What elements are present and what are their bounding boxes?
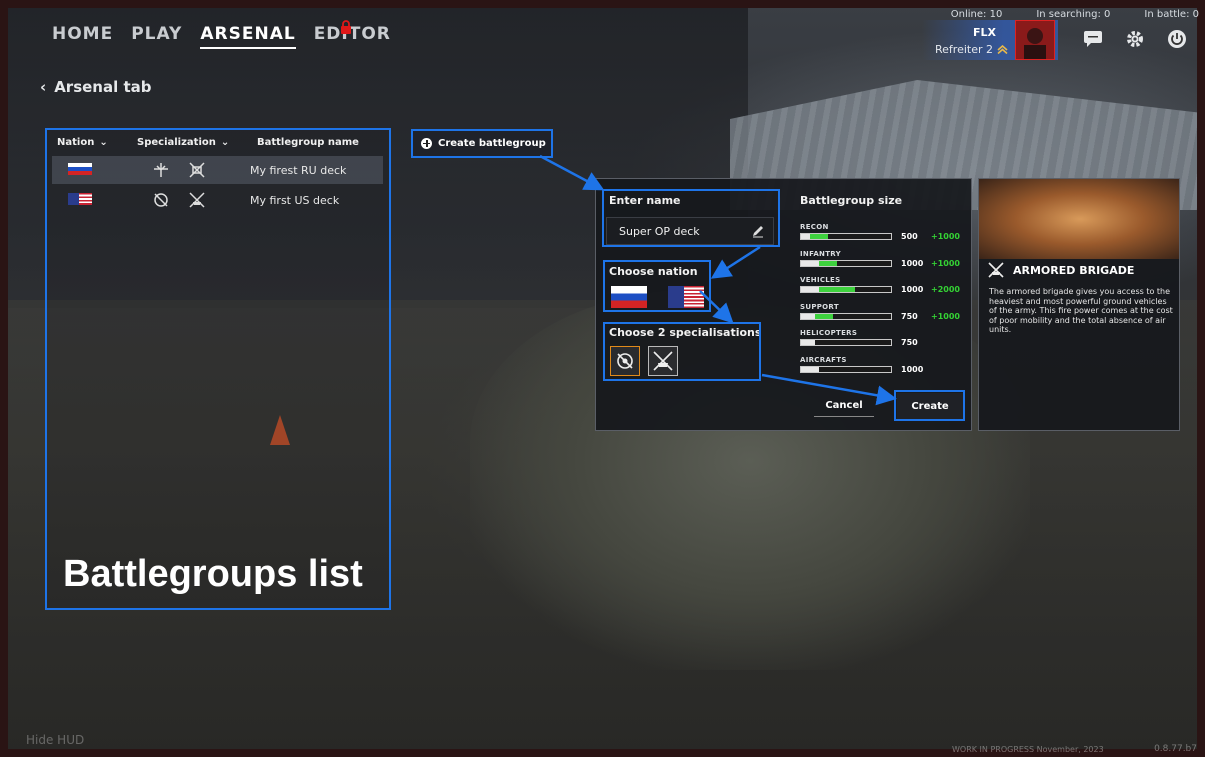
searching-count: In searching: 0 [1036, 9, 1111, 20]
specialization-info-panel: ARMORED BRIGADE The armored brigade give… [978, 178, 1180, 431]
size-bar [800, 339, 892, 346]
size-bar [800, 259, 892, 267]
size-bar-base-fill [801, 260, 819, 266]
rank-chevron-icon [997, 45, 1008, 54]
soldier-portrait-icon [1024, 28, 1046, 59]
annotation-box-create-dialog [894, 390, 965, 421]
armor-icon [988, 262, 1004, 278]
hide-hud-button[interactable]: Hide HUD [26, 733, 84, 747]
back-label: Arsenal tab [54, 78, 152, 96]
size-value: 1000 [901, 364, 924, 374]
size-bar-bonus-fill [819, 287, 855, 292]
size-value: 1000 [901, 285, 924, 294]
user-name: FLX [972, 26, 996, 39]
size-bar-bonus-fill [819, 260, 837, 266]
nav-arsenal[interactable]: ARSENAL [200, 24, 296, 49]
nav-play[interactable]: PLAY [131, 24, 182, 49]
avatar[interactable] [1015, 20, 1055, 60]
gear-icon[interactable] [1124, 28, 1146, 50]
size-value: 750 [901, 338, 918, 347]
size-bar [800, 286, 892, 293]
size-bonus: +2000 [931, 285, 960, 294]
size-bar-base-fill [801, 287, 819, 292]
size-bonus: +1000 [931, 258, 960, 268]
size-bar-base-fill [801, 366, 819, 372]
size-bar-base-fill [801, 340, 815, 345]
version-label: 0.8.77.b7 [1154, 744, 1197, 754]
size-bar-bonus-fill [814, 313, 833, 319]
size-value: 1000 [901, 258, 924, 268]
size-bar-base-fill [801, 234, 810, 239]
armored-brigade-image [979, 179, 1179, 259]
lock-icon [341, 20, 351, 34]
nav-editor[interactable]: EDITOR [314, 24, 391, 49]
chat-icon[interactable] [1082, 28, 1104, 50]
size-bar [800, 233, 892, 240]
size-label: HELICOPTERS [800, 329, 858, 337]
size-label: VEHICLES [800, 276, 841, 284]
top-icons [1082, 28, 1188, 50]
annotation-box-list [45, 128, 391, 610]
annotation-box-nation [603, 260, 711, 312]
annotation-box-name [602, 189, 780, 247]
server-stats: Online: 10 In searching: 0 In battle: 0 [951, 9, 1199, 20]
size-bar [800, 365, 892, 373]
size-bonus: +1000 [931, 311, 960, 321]
size-value: 500 [901, 232, 918, 241]
size-bonus: +1000 [931, 232, 960, 241]
user-rank-label: Refreiter 2 [935, 43, 993, 56]
annotation-box-spec [603, 322, 761, 381]
annotation-box-create [411, 129, 553, 158]
battlegroup-size-title: Battlegroup size [800, 194, 903, 207]
cancel-button[interactable]: Cancel [814, 395, 874, 417]
size-label: INFANTRY [800, 249, 841, 258]
info-title-label: ARMORED BRIGADE [1013, 263, 1135, 277]
size-value: 750 [901, 311, 918, 321]
size-label: SUPPORT [800, 302, 839, 311]
power-icon[interactable] [1166, 28, 1188, 50]
online-count: Online: 10 [950, 9, 1003, 20]
in-battle-count: In battle: 0 [1144, 9, 1199, 20]
work-in-progress-label: WORK IN PROGRESS November, 2023 [952, 745, 1104, 754]
size-bar-bonus-fill [810, 234, 828, 239]
size-bar-base-fill [801, 313, 815, 319]
back-link[interactable]: ‹ Arsenal tab [40, 78, 152, 96]
chevron-left-icon: ‹ [40, 78, 47, 96]
size-label: AIRCRAFTS [800, 355, 847, 364]
info-description: The armored brigade gives you access to … [989, 287, 1173, 334]
nav-home[interactable]: HOME [52, 24, 113, 49]
user-rank: Refreiter 2 [935, 43, 1008, 56]
info-title: ARMORED BRIGADE [987, 261, 1134, 279]
size-label: RECON [800, 223, 829, 231]
size-bar [800, 312, 892, 320]
